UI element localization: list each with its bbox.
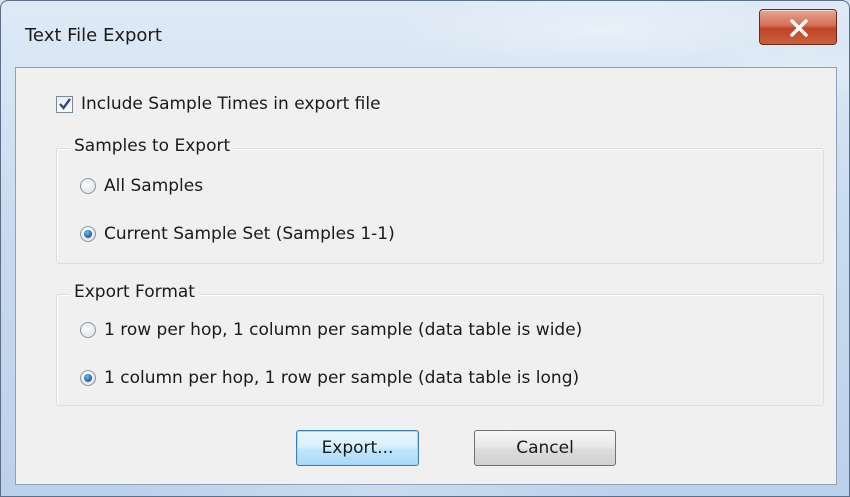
long-format-option[interactable]: 1 column per hop, 1 row per sample (data… — [80, 368, 579, 388]
cancel-button[interactable]: Cancel — [474, 430, 616, 466]
long-format-label: 1 column per hop, 1 row per sample (data… — [104, 368, 580, 388]
wide-format-label: 1 row per hop, 1 column per sample (data… — [104, 320, 583, 340]
long-format-radio[interactable] — [80, 370, 96, 386]
include-times-row[interactable]: Include Sample Times in export file — [56, 94, 381, 114]
include-times-checkbox[interactable] — [56, 95, 73, 113]
include-times-label: Include Sample Times in export file — [81, 94, 381, 114]
wide-format-option[interactable]: 1 row per hop, 1 column per sample (data… — [80, 320, 582, 340]
export-format-group — [56, 294, 824, 406]
title-bar[interactable]: Text File Export — [1, 1, 849, 67]
current-sample-set-option[interactable]: Current Sample Set (Samples 1-1) — [80, 224, 395, 244]
export-button[interactable]: Export... — [296, 430, 419, 466]
wide-format-radio[interactable] — [80, 322, 96, 338]
close-icon — [790, 19, 808, 37]
all-samples-option[interactable]: All Samples — [80, 176, 203, 196]
all-samples-label: All Samples — [104, 176, 204, 196]
close-button[interactable] — [759, 9, 837, 45]
export-format-legend: Export Format — [70, 282, 199, 302]
all-samples-radio[interactable] — [80, 178, 96, 194]
current-sample-set-label: Current Sample Set (Samples 1-1) — [104, 224, 395, 244]
samples-to-export-group — [56, 148, 824, 264]
current-sample-set-radio[interactable] — [80, 226, 96, 242]
samples-to-export-legend: Samples to Export — [70, 136, 235, 156]
window-title: Text File Export — [25, 25, 162, 46]
export-dialog-window: Text File Export Include Sample Times in… — [0, 0, 850, 497]
checkmark-icon — [59, 97, 71, 110]
dialog-content: Include Sample Times in export file Samp… — [15, 67, 837, 485]
